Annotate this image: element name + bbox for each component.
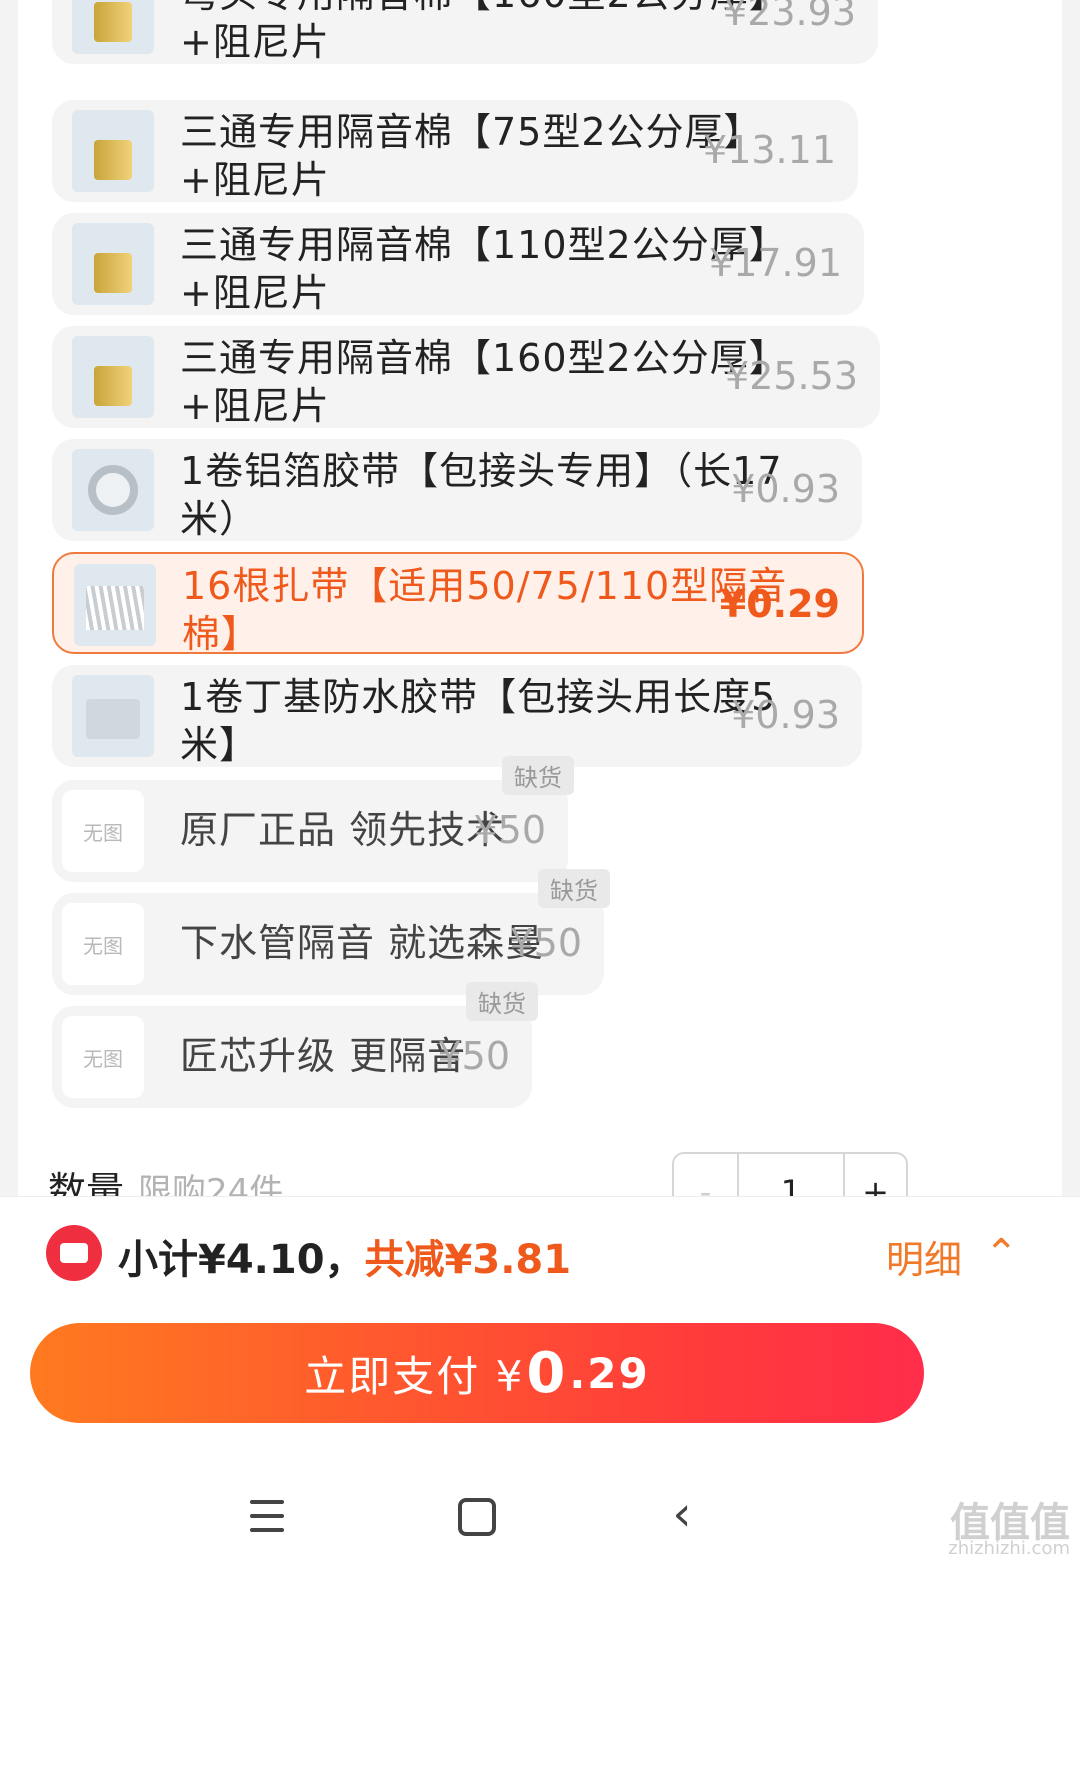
product-thumbnail	[74, 564, 156, 646]
option-item[interactable]: 弯头专用隔音棉【160型2公分厚】+阻尼片 ¥23.93	[52, 0, 878, 64]
pay-amount-integer: 0	[526, 1340, 568, 1406]
option-price: ¥23.93	[723, 0, 856, 34]
recent-apps-icon[interactable]	[236, 1486, 296, 1546]
out-of-stock-badge: 缺货	[538, 869, 610, 908]
option-name: 1卷铝箔胶带【包接头专用】（长17米）	[180, 449, 783, 541]
pay-amount-decimal: .29	[569, 1348, 650, 1398]
option-item-out-of-stock[interactable]: 无图 下水管隔音 就选森曼 ¥50 缺货	[52, 869, 610, 995]
option-price: ¥0.93	[731, 467, 840, 511]
option-item[interactable]: 三通专用隔音棉【160型2公分厚】+阻尼片 ¥25.53	[52, 326, 880, 428]
no-image-placeholder: 无图	[62, 790, 144, 872]
watermark-site: zhizhizhi.com	[948, 1538, 1070, 1559]
option-price: ¥0.29	[719, 582, 840, 626]
pay-now-button[interactable]: 立即支付 ¥ 0 .29	[30, 1323, 924, 1423]
option-item[interactable]: 1卷丁基防水胶带【包接头用长度5米】 ¥0.93	[52, 665, 862, 767]
option-price: ¥17.91	[709, 241, 842, 285]
discount-amount: 共减¥3.81	[364, 1237, 572, 1283]
option-name: 原厂正品 领先技术	[180, 808, 506, 852]
product-sheet: 弯头专用隔音棉【160型2公分厚】+阻尼片 ¥23.93 三通专用隔音棉【75型…	[0, 0, 1080, 1352]
option-name: 1卷丁基防水胶带【包接头用长度5米】	[180, 675, 777, 767]
home-icon[interactable]	[444, 1486, 504, 1546]
product-thumbnail	[72, 110, 154, 192]
option-item-selected[interactable]: 16根扎带【适用50/75/110型隔音棉】 ¥0.29	[52, 552, 864, 656]
option-name: 下水管隔音 就选森曼	[180, 921, 545, 965]
product-thumbnail	[72, 223, 154, 305]
back-icon[interactable]: ‹	[652, 1486, 712, 1546]
out-of-stock-badge: 缺货	[502, 756, 574, 795]
pay-button-label: 立即支付 ¥	[304, 1351, 525, 1401]
option-item-out-of-stock[interactable]: 无图 匠芯升级 更隔音 ¥50 缺货	[52, 982, 538, 1108]
option-price: ¥25.53	[725, 354, 858, 398]
option-price: ¥50	[509, 921, 582, 965]
option-price: ¥50	[437, 1034, 510, 1078]
out-of-stock-badge: 缺货	[466, 982, 538, 1021]
option-item[interactable]: 1卷铝箔胶带【包接头专用】（长17米） ¥0.93	[52, 439, 862, 541]
product-thumbnail	[72, 675, 154, 757]
system-nav-bar: ‹	[0, 1470, 1080, 1570]
subtotal-text: 小计¥4.10，共减¥3.81	[118, 1227, 571, 1285]
coupon-icon	[46, 1225, 102, 1281]
option-item-out-of-stock[interactable]: 无图 原厂正品 领先技术 ¥50 缺货	[52, 756, 574, 882]
option-price: ¥50	[473, 808, 546, 852]
no-image-placeholder: 无图	[62, 903, 144, 985]
product-thumbnail	[72, 449, 154, 531]
chevron-up-icon[interactable]: ⌃	[984, 1231, 1018, 1277]
detail-link[interactable]: 明细	[886, 1229, 962, 1284]
product-thumbnail	[72, 336, 154, 418]
option-name: 三通专用隔音棉【160型2公分厚】+阻尼片	[180, 336, 788, 428]
option-name: 弯头专用隔音棉【160型2公分厚】+阻尼片	[180, 0, 787, 64]
option-item[interactable]: 三通专用隔音棉【110型2公分厚】+阻尼片 ¥17.91	[52, 213, 864, 315]
option-price: ¥0.93	[731, 693, 840, 737]
option-name: 匠芯升级 更隔音	[180, 1034, 467, 1078]
option-item[interactable]: 三通专用隔音棉【75型2公分厚】+阻尼片 ¥13.11	[52, 100, 858, 202]
option-price: ¥13.11	[703, 128, 836, 172]
option-name: 16根扎带【适用50/75/110型隔音棉】	[182, 564, 788, 656]
subtotal-amount: 小计¥4.10，	[118, 1237, 365, 1283]
product-thumbnail	[72, 0, 154, 54]
no-image-placeholder: 无图	[62, 1016, 144, 1098]
